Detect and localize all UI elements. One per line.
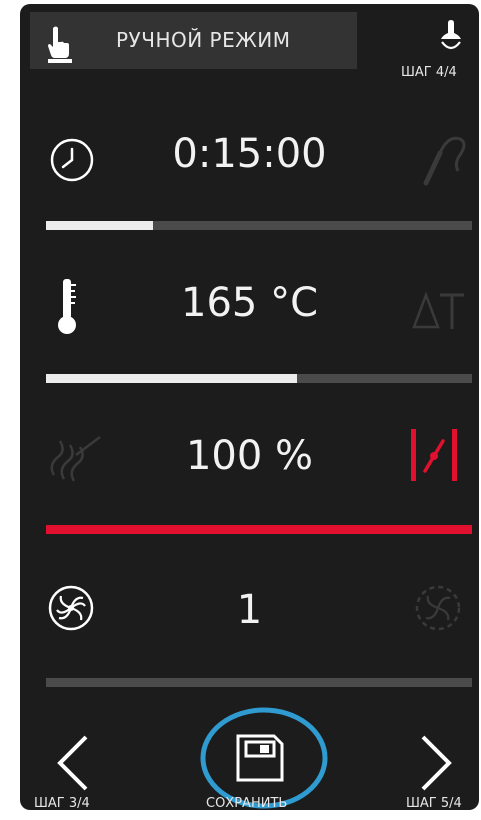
core-probe-icon[interactable]	[420, 131, 470, 187]
chevron-left-icon[interactable]	[56, 735, 90, 791]
bell-icon[interactable]	[437, 18, 465, 58]
delta-t-icon[interactable]	[410, 287, 466, 333]
step-indicator: ШАГ 4/4	[401, 65, 457, 80]
hand-pointer-icon	[48, 26, 72, 63]
fan-pulse-icon[interactable]	[413, 583, 463, 633]
humidity-progress-fill	[46, 525, 472, 534]
save-label[interactable]: СОХРАНИТЬ	[206, 796, 287, 810]
fan-speed-value[interactable]: 1	[20, 587, 479, 633]
fan-progress-bar[interactable]	[46, 678, 472, 687]
temperature-progress-bar[interactable]	[46, 374, 472, 383]
chevron-right-icon[interactable]	[419, 735, 453, 791]
temperature-progress-fill	[46, 374, 298, 383]
mode-label: РУЧНОЙ РЕЖИМ	[116, 28, 291, 52]
damper-icon[interactable]	[407, 425, 461, 485]
time-progress-bar[interactable]	[46, 221, 472, 230]
save-icon[interactable]	[234, 732, 286, 784]
time-progress-fill	[46, 221, 153, 230]
humidity-progress-bar[interactable]	[46, 525, 472, 534]
prev-step-label[interactable]: ШАГ 3/4	[34, 796, 90, 810]
time-value[interactable]: 0:15:00	[20, 131, 479, 177]
next-step-label[interactable]: ШАГ 5/4	[406, 796, 462, 810]
oven-control-screen: РУЧНОЙ РЕЖИМ ШАГ 4/4 0:15:00 165 °C 100 …	[20, 4, 479, 810]
